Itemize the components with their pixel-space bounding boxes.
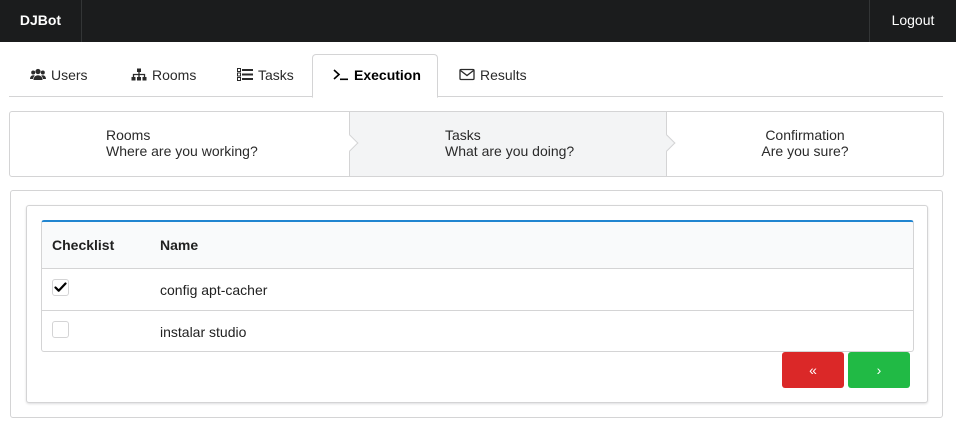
tab-users-label: Users xyxy=(51,67,88,83)
step-title: Rooms xyxy=(106,127,151,143)
tab-results[interactable]: Results xyxy=(459,54,527,97)
tasks-icon xyxy=(237,55,253,98)
name-header: Name xyxy=(160,237,199,253)
tab-rooms-label: Rooms xyxy=(152,67,197,83)
tab-tasks[interactable]: Tasks xyxy=(237,54,294,97)
tasks-panel: Checklist Name config apt-cacher instala… xyxy=(26,205,928,403)
task-name: instalar studio xyxy=(160,324,247,340)
logout-button[interactable]: Logout xyxy=(869,0,956,42)
tab-users[interactable]: Users xyxy=(30,54,88,97)
step-description: Are you sure? xyxy=(761,143,849,159)
next-button[interactable]: › xyxy=(848,352,910,388)
top-navbar: DJBot Logout xyxy=(0,0,956,42)
step-title: Confirmation xyxy=(765,127,845,143)
wizard-steps: Rooms Where are you working? Tasks What … xyxy=(9,111,944,177)
table-row: config apt-cacher xyxy=(42,269,913,311)
step-confirmation[interactable]: Confirmation Are you sure? xyxy=(667,112,943,176)
content-segment: Checklist Name config apt-cacher instala… xyxy=(10,190,943,418)
step-description: Where are you working? xyxy=(106,143,258,159)
step-rooms[interactable]: Rooms Where are you working? xyxy=(10,112,350,176)
tasks-table: Checklist Name config apt-cacher instala… xyxy=(41,220,914,352)
task-name: config apt-cacher xyxy=(160,282,268,298)
step-tasks[interactable]: Tasks What are you doing? xyxy=(350,112,667,176)
table-header: Checklist Name xyxy=(42,222,913,269)
step-title: Tasks xyxy=(445,127,481,143)
tab-execution-label: Execution xyxy=(354,67,421,83)
checklist-header: Checklist xyxy=(52,237,115,253)
tab-rooms[interactable]: Rooms xyxy=(131,54,196,97)
tab-tasks-label: Tasks xyxy=(258,67,294,83)
sitemap-icon xyxy=(131,55,147,98)
tab-results-label: Results xyxy=(480,67,527,83)
task-checkbox[interactable] xyxy=(52,321,69,338)
main-tabs: Users Rooms Tasks Execution Results xyxy=(9,54,943,98)
terminal-icon xyxy=(333,56,349,97)
brand-logo[interactable]: DJBot xyxy=(0,0,82,42)
tab-execution[interactable]: Execution xyxy=(312,54,438,98)
envelope-icon xyxy=(459,55,475,98)
back-button[interactable]: « xyxy=(782,352,844,388)
check-icon xyxy=(54,282,67,292)
task-checkbox-checked[interactable] xyxy=(52,279,69,296)
users-icon xyxy=(30,55,46,98)
table-row: instalar studio xyxy=(42,311,913,351)
step-description: What are you doing? xyxy=(445,143,575,159)
